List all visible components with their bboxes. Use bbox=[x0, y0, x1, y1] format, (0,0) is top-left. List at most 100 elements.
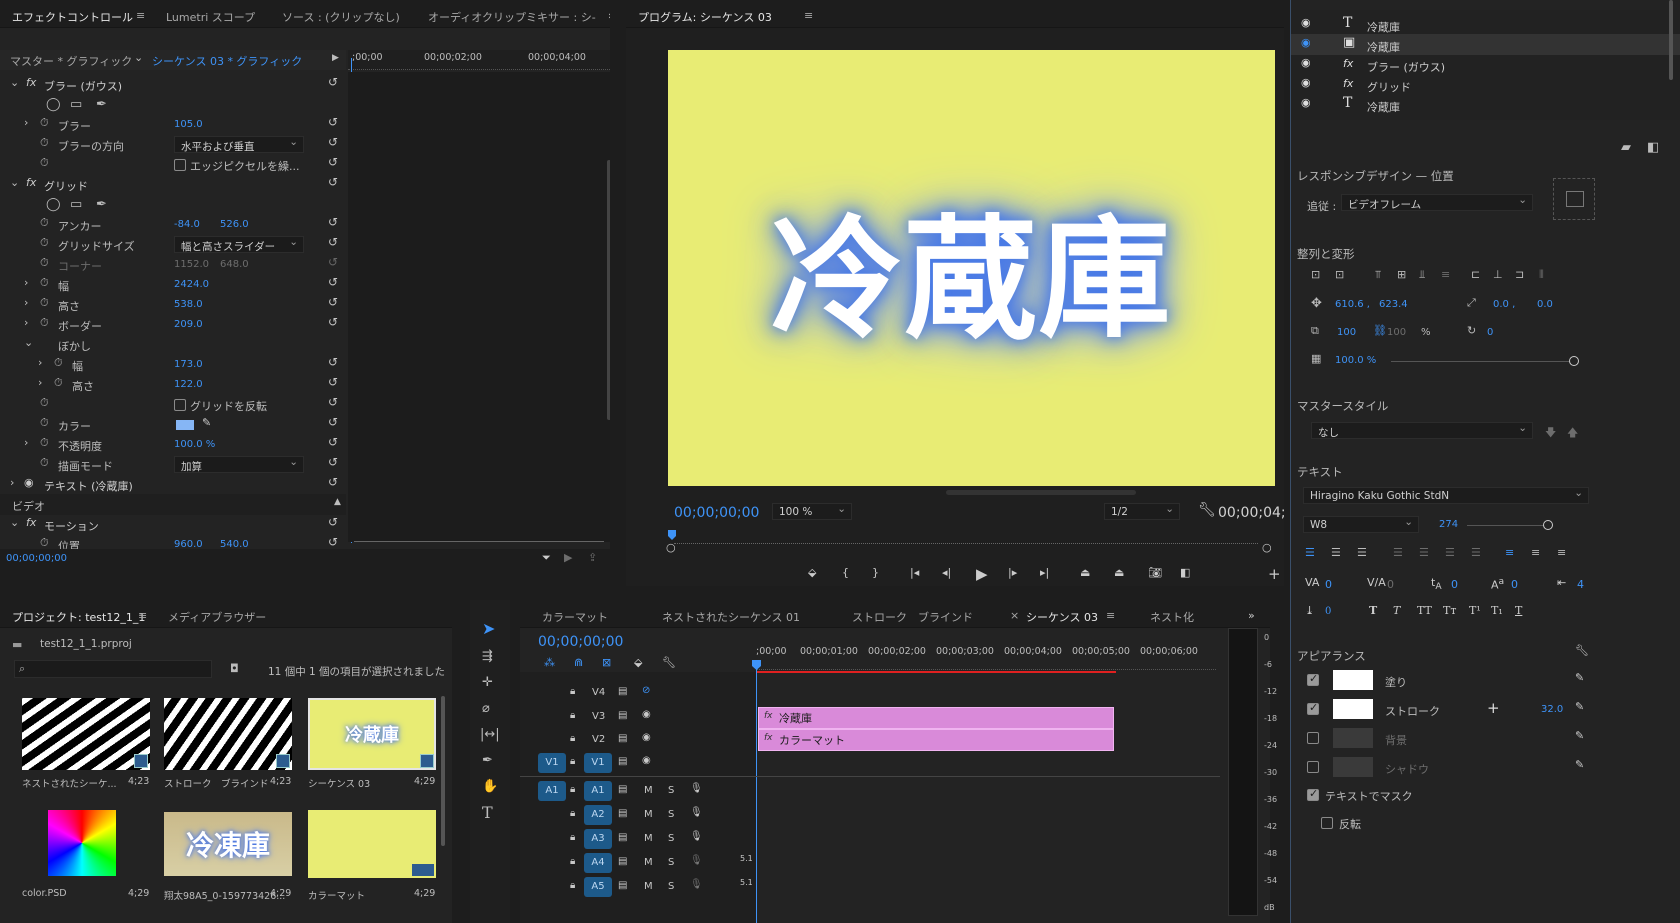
mark-out-icon[interactable]: } bbox=[872, 566, 879, 579]
font-select[interactable]: Hiragino Kaku Gothic StdN bbox=[1303, 487, 1589, 504]
step-back-icon[interactable]: ◂| bbox=[942, 566, 951, 579]
project-item[interactable]: 冷凍庫 翔太98A5_0-159773426... 4;29 bbox=[164, 810, 294, 910]
reset-icon[interactable]: ↺ bbox=[328, 515, 338, 529]
lock-icon[interactable]: 🔒︎ bbox=[570, 710, 575, 721]
layer-item[interactable]: ◉ T 冷蔵庫 bbox=[1291, 94, 1680, 115]
pin-widget[interactable] bbox=[1553, 178, 1595, 220]
align-bottom-icon[interactable]: ⫫ bbox=[1419, 268, 1425, 282]
align-hcenter-icon[interactable]: ⊥ bbox=[1493, 268, 1503, 281]
prop-value[interactable]: 100.0 % bbox=[174, 439, 215, 450]
align-middle-text-icon[interactable]: ≡ bbox=[1531, 546, 1540, 559]
font-size-value[interactable]: 274 bbox=[1439, 519, 1458, 530]
ec-current-time[interactable]: 00;00;00;00 bbox=[6, 553, 67, 564]
leading-value[interactable]: 0 bbox=[1451, 578, 1458, 591]
eye-icon[interactable]: ◉ bbox=[1301, 56, 1311, 69]
align-right-text-icon[interactable]: ☰ bbox=[1357, 546, 1367, 559]
solo-button[interactable]: S bbox=[668, 809, 674, 820]
export-frame-icon[interactable]: 📷︎ bbox=[1148, 566, 1162, 579]
tab-width-value[interactable]: 0 bbox=[1325, 606, 1331, 617]
type-tool-icon[interactable]: T bbox=[482, 805, 493, 821]
align-center-h-icon[interactable]: ⊡ bbox=[1335, 268, 1344, 281]
sync-lock-icon[interactable]: ▤ bbox=[618, 856, 627, 867]
align-top-text-icon[interactable]: ≡ bbox=[1505, 546, 1514, 559]
timeline-ruler[interactable]: ;00;00 00;00;01;00 00;00;02;00 00;00;03;… bbox=[756, 642, 1216, 670]
track-target-a1[interactable]: A1 bbox=[584, 781, 612, 801]
distribute-h-icon[interactable]: ⦀ bbox=[1539, 268, 1544, 282]
ec-scrollbar[interactable] bbox=[607, 160, 610, 420]
clip-v3-title[interactable]: fx 冷蔵庫 bbox=[758, 707, 1114, 729]
tab-lumetri-scopes[interactable]: Lumetri スコープ bbox=[166, 9, 255, 25]
layer-item[interactable]: ◉ T 冷蔵庫 bbox=[1291, 14, 1680, 35]
sync-lock-icon[interactable]: ▤ bbox=[618, 710, 627, 721]
eyedropper-icon[interactable]: ✎ bbox=[202, 416, 211, 429]
prop-value[interactable]: 538.0 bbox=[174, 299, 203, 310]
scale-height-value[interactable]: 100 bbox=[1387, 327, 1406, 338]
italic-icon[interactable]: T bbox=[1393, 604, 1400, 617]
snap-icon[interactable]: ⋒ bbox=[574, 656, 583, 669]
resolution-select[interactable]: 1/2 bbox=[1104, 503, 1180, 520]
layer-item[interactable]: ◉ ▣ 冷蔵庫 bbox=[1291, 34, 1680, 55]
scale-value[interactable]: 100 bbox=[1337, 327, 1356, 338]
mute-button[interactable]: M bbox=[644, 833, 653, 844]
new-group-icon[interactable]: ▰ bbox=[1621, 140, 1631, 155]
sync-lock-icon[interactable]: ▤ bbox=[618, 808, 627, 819]
program-timecode[interactable]: 00;00;00;00 bbox=[674, 505, 759, 521]
chevron-down-icon[interactable]: ⌄ bbox=[24, 336, 33, 349]
tab-color-matte[interactable]: カラーマット bbox=[542, 609, 608, 625]
mic-icon[interactable]: 🎙︎ bbox=[690, 807, 703, 818]
sync-lock-icon[interactable]: ▤ bbox=[618, 832, 627, 843]
blur-direction-select[interactable]: 水平および垂直 bbox=[174, 136, 304, 153]
subscript-icon[interactable]: T₁ bbox=[1491, 604, 1503, 617]
project-scrollbar[interactable] bbox=[441, 696, 445, 846]
solo-button[interactable]: S bbox=[668, 857, 674, 868]
eye-icon[interactable]: ◉ bbox=[1301, 96, 1311, 109]
ripple-edit-tool-icon[interactable]: ✛ bbox=[482, 676, 493, 689]
tab-source[interactable]: ソース : (クリップなし) bbox=[282, 9, 400, 25]
push-down-icon[interactable]: 🡇 bbox=[1545, 424, 1556, 443]
stopwatch-icon[interactable]: ⏱ bbox=[40, 116, 49, 130]
stroke-swatch[interactable] bbox=[1333, 699, 1373, 719]
fx-icon[interactable]: fx bbox=[26, 176, 36, 189]
align-top-icon[interactable]: ⫪ bbox=[1375, 268, 1381, 282]
timeline-playhead[interactable] bbox=[756, 662, 757, 923]
sequence-dropdown-icon[interactable]: ⌄ bbox=[134, 51, 143, 64]
sequence-label[interactable]: シーケンス 03 * グラフィック bbox=[152, 53, 302, 69]
prop-value[interactable]: 2424.0 bbox=[174, 279, 209, 290]
background-swatch[interactable] bbox=[1333, 728, 1373, 748]
font-style-select[interactable]: W8 bbox=[1303, 516, 1419, 533]
reset-icon[interactable]: ↺ bbox=[328, 395, 338, 409]
effect-blur-gauss[interactable]: ⌄ fx ブラー (ガウス) ↺ bbox=[0, 74, 346, 95]
edge-pixels-checkbox[interactable] bbox=[174, 159, 186, 171]
pen-mask-icon[interactable]: ✒ bbox=[96, 98, 107, 111]
stopwatch-icon[interactable]: ⏱ bbox=[54, 376, 63, 390]
selection-tool-icon[interactable]: ➤ bbox=[482, 621, 495, 637]
chevron-right-icon[interactable]: › bbox=[24, 116, 28, 129]
new-layer-icon[interactable]: ◧ bbox=[1647, 140, 1659, 155]
align-left-text-icon[interactable]: ☰ bbox=[1305, 546, 1315, 559]
pen-tool-icon[interactable]: ✒ bbox=[482, 754, 493, 767]
color-swatch[interactable] bbox=[176, 420, 194, 430]
blend-mode-select[interactable]: 加算 bbox=[174, 456, 304, 473]
opacity-slider-thumb[interactable] bbox=[1569, 356, 1579, 366]
add-stroke-icon[interactable]: + bbox=[1487, 699, 1500, 717]
panel-menu-icon[interactable]: ≡ bbox=[1106, 609, 1115, 622]
tsume-value[interactable]: 4 bbox=[1577, 578, 1584, 591]
tab-project[interactable]: プロジェクト: test12_1_1 bbox=[12, 609, 145, 625]
eye-icon[interactable]: ◉ bbox=[24, 476, 34, 489]
reset-icon[interactable]: ↺ bbox=[328, 275, 338, 289]
chevron-right-icon[interactable]: › bbox=[24, 436, 28, 449]
reset-icon[interactable]: ↺ bbox=[328, 295, 338, 309]
timeline-settings-icon[interactable]: 🔧︎ bbox=[662, 656, 676, 669]
add-marker-icon[interactable]: ⬙ bbox=[634, 656, 642, 669]
layer-item[interactable]: ◉ fx ブラー (ガウス) bbox=[1291, 54, 1680, 75]
invert-grid-checkbox[interactable] bbox=[174, 399, 186, 411]
sync-lock-icon[interactable]: ▤ bbox=[618, 756, 627, 767]
prop-value[interactable]: 105.0 bbox=[174, 119, 203, 130]
lock-icon[interactable]: 🔒︎ bbox=[570, 880, 575, 891]
kerning-value[interactable]: 0 bbox=[1325, 578, 1332, 591]
solo-button[interactable]: S bbox=[668, 785, 674, 796]
pen-mask-icon[interactable]: ✒ bbox=[96, 198, 107, 211]
layer-item[interactable]: ◉ fx グリッド bbox=[1291, 74, 1680, 95]
mark-in-icon[interactable]: { bbox=[842, 566, 849, 579]
sync-lock-icon[interactable]: ▤ bbox=[618, 686, 627, 697]
